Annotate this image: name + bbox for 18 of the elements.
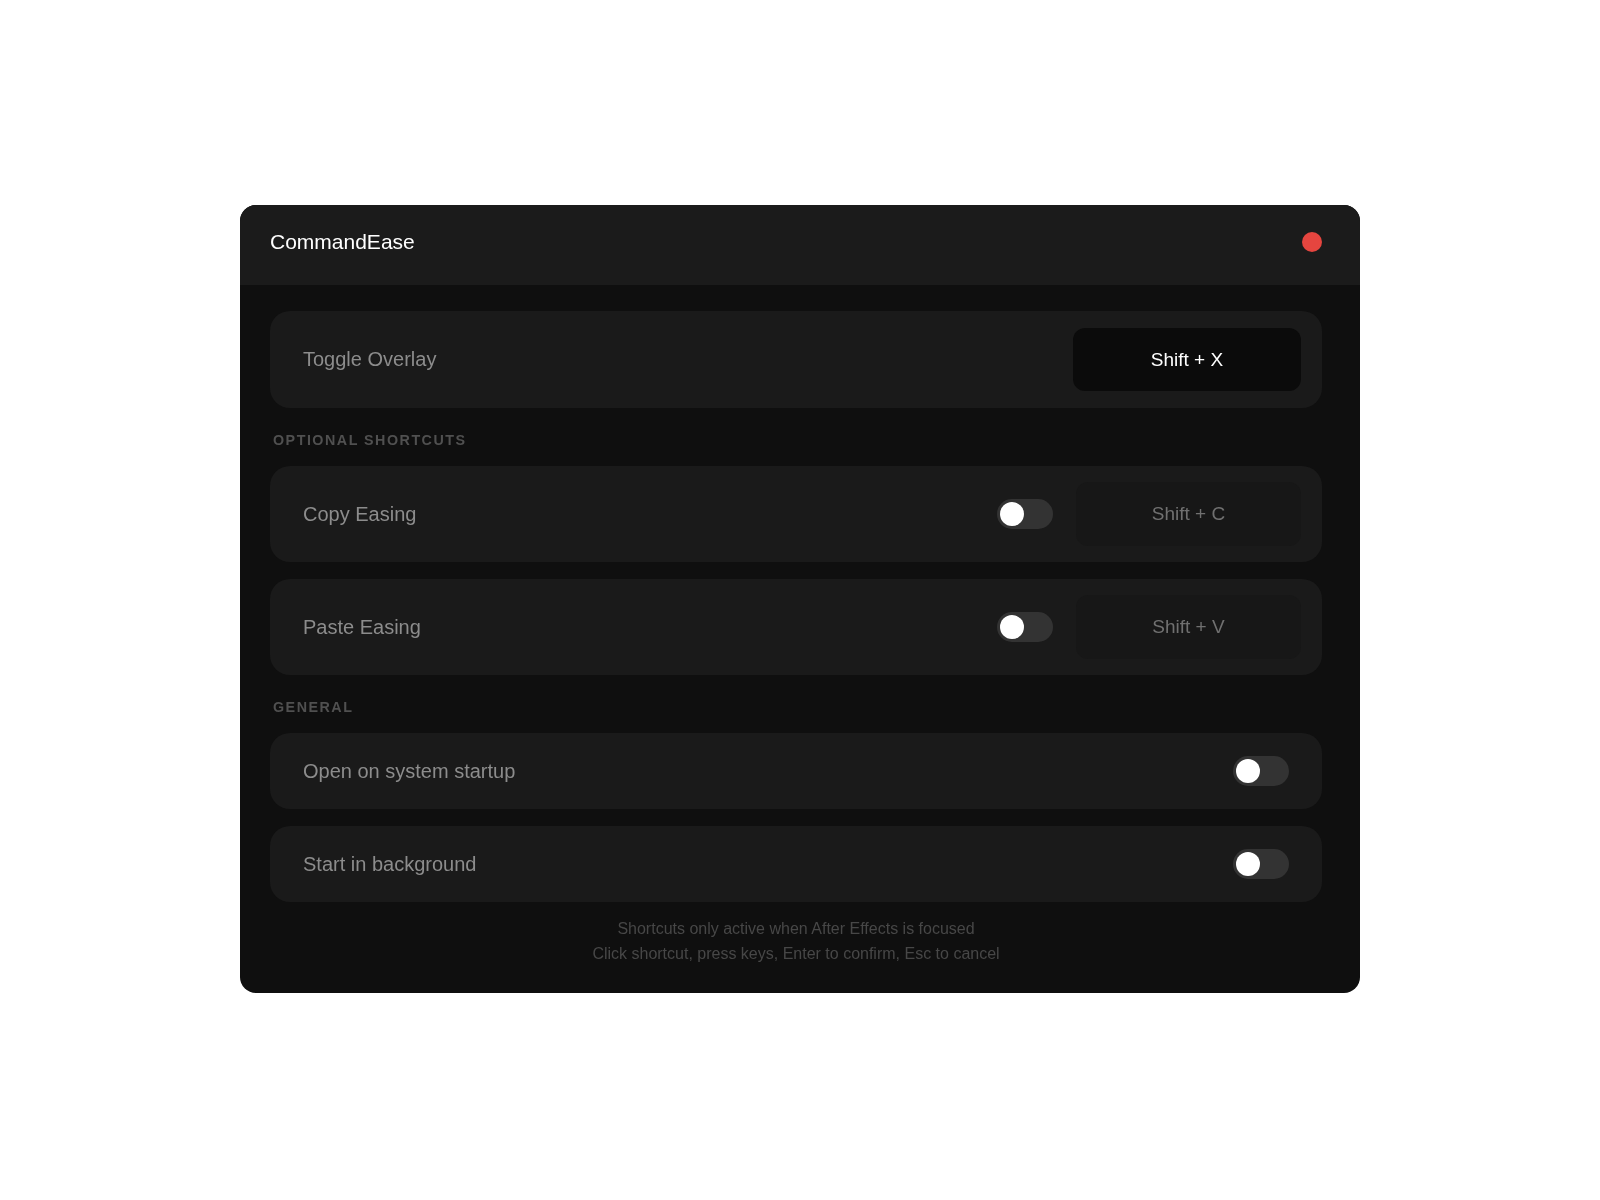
setting-label: Open on system startup: [303, 759, 516, 783]
setting-label: Copy Easing: [303, 502, 417, 526]
close-icon[interactable]: [1302, 232, 1322, 252]
footer-note: Click shortcut, press keys, Enter to confirm, Esc to cancel: [592, 944, 1000, 964]
toggle-switch[interactable]: [1233, 849, 1289, 879]
footer-note: Shortcuts only active when After Effects is focused: [617, 919, 975, 939]
setting-label: Toggle Overlay: [303, 348, 437, 371]
section-heading: OPTIONAL SHORTCUTS: [273, 432, 467, 448]
window-title: CommandEase: [270, 230, 415, 254]
shortcut-button[interactable]: Shift + C: [1076, 482, 1301, 546]
toggle-switch[interactable]: [997, 612, 1053, 642]
shortcut-button[interactable]: Shift + X: [1073, 328, 1301, 391]
toggle-switch[interactable]: [1233, 756, 1289, 786]
shortcut-button[interactable]: Shift + V: [1076, 595, 1301, 659]
setting-label: Start in background: [303, 852, 477, 876]
setting-label: Paste Easing: [303, 615, 421, 639]
section-heading: GENERAL: [273, 699, 354, 715]
toggle-switch[interactable]: [997, 499, 1053, 529]
